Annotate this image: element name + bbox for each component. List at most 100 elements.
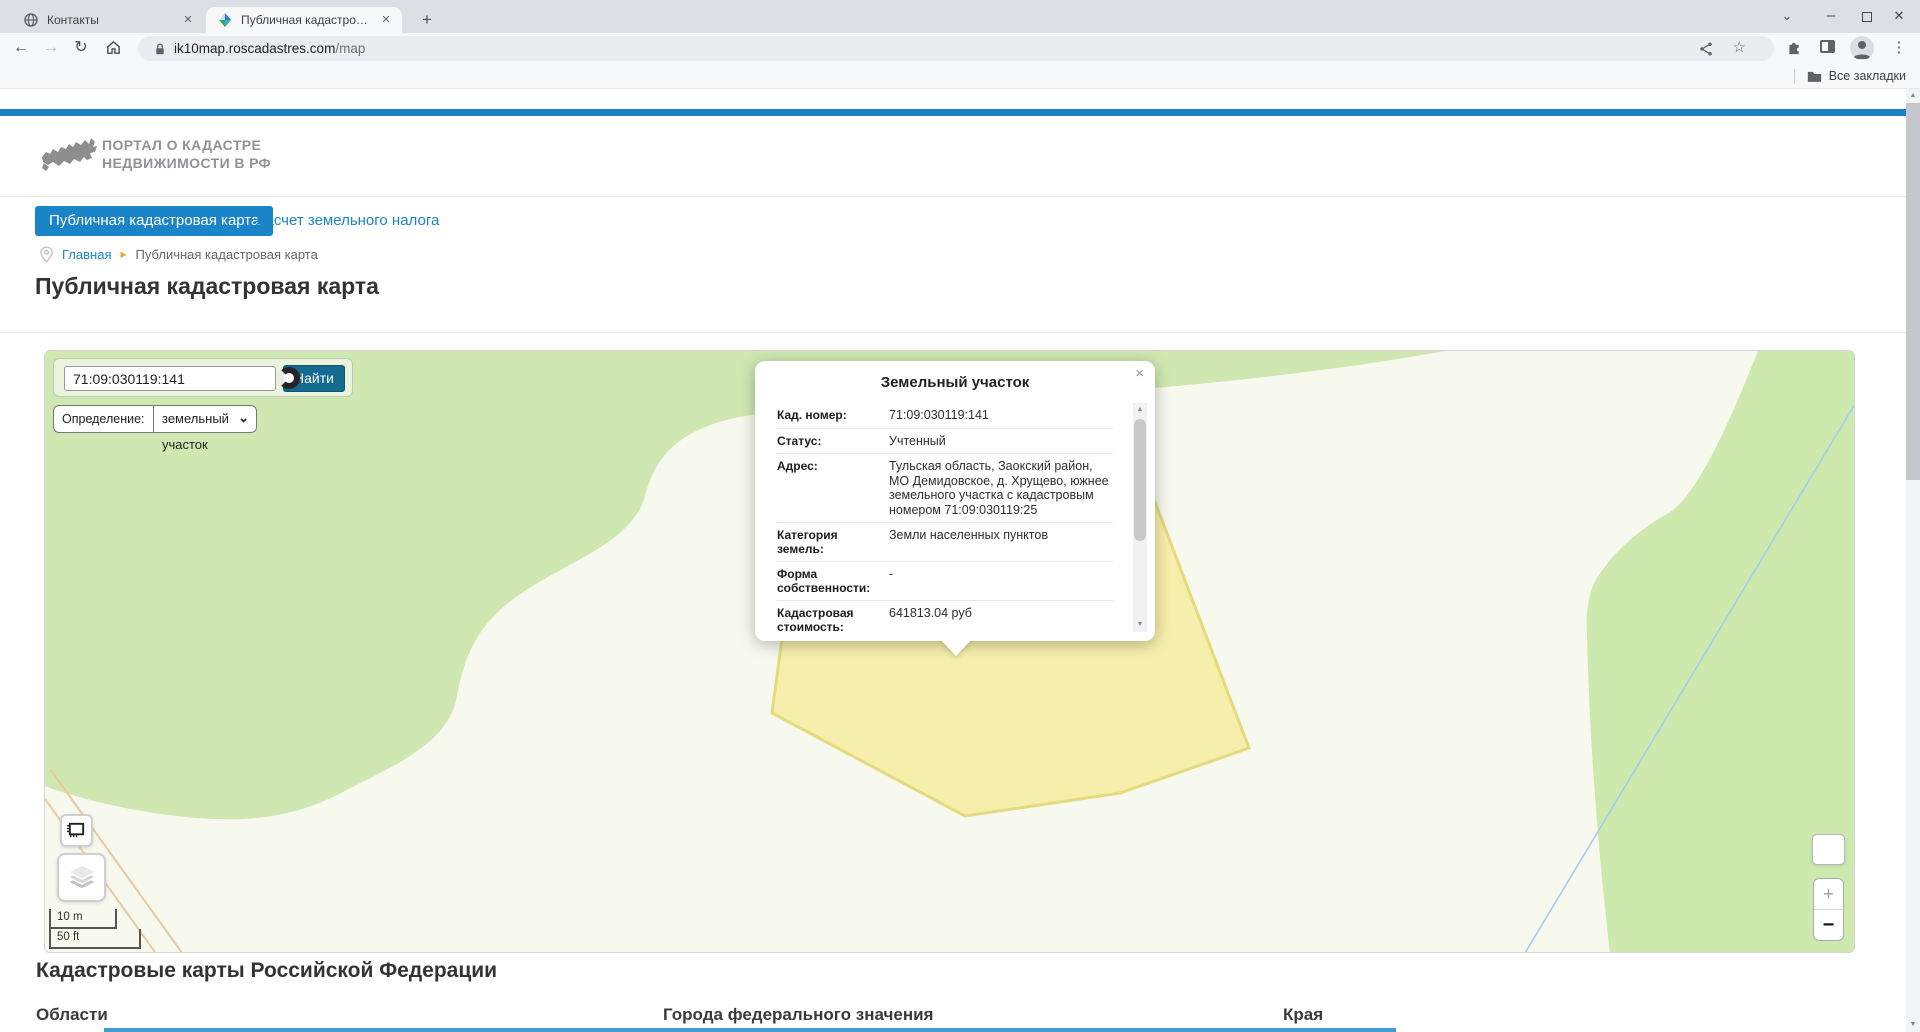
page-title: Публичная кадастровая карта: [35, 273, 379, 300]
puzzle-icon: [1786, 38, 1803, 55]
scroll-down-icon[interactable]: ▼: [1906, 1018, 1920, 1032]
table-row: Кадастровая стоимость: 641813.04 руб: [777, 601, 1113, 632]
share-icon[interactable]: [1698, 41, 1714, 57]
tab-title: Публичная кадастровая ка: [241, 13, 370, 27]
logo-line-1: ПОРТАЛ О КАДАСТРЕ: [102, 136, 271, 154]
breadcrumb-home-link[interactable]: Главная: [62, 247, 111, 262]
side-panel-button[interactable]: [1820, 40, 1835, 53]
site-logo-text: ПОРТАЛ О КАДАСТРЕ НЕДВИЖИМОСТИ В РФ: [102, 136, 271, 172]
fullscreen-button[interactable]: [1812, 834, 1845, 865]
tab-strip: Контакты ✕ Публичная кадастровая ка ✕ + …: [0, 0, 1920, 33]
url-path: /map: [335, 41, 365, 56]
page-content: ПОРТАЛ О КАДАСТРЕ НЕДВИЖИМОСТИ В РФ Публ…: [0, 89, 1906, 1032]
close-icon[interactable]: ✕: [180, 12, 196, 28]
divider: [0, 332, 1906, 333]
scrollbar-thumb[interactable]: [1134, 419, 1146, 541]
table-row: Статус: Учтенный: [777, 429, 1113, 455]
extensions-button[interactable]: [1786, 38, 1803, 60]
all-bookmarks-button[interactable]: Все закладки: [1794, 63, 1906, 89]
divider: [0, 196, 1906, 197]
scrollbar-thumb[interactable]: [1906, 103, 1920, 480]
site-favicon: [217, 12, 233, 28]
scale-imperial: 50 ft: [49, 929, 141, 949]
scale-metric: 10 m: [49, 909, 117, 929]
tab-cadastral-map[interactable]: Публичная кадастровая ка ✕: [206, 7, 402, 33]
row-label: Кадастровая стоимость:: [777, 601, 881, 632]
tab-search-chevron-icon[interactable]: ⌄: [1772, 0, 1802, 33]
scroll-up-icon[interactable]: ▲: [1906, 89, 1920, 103]
zoom-in-button[interactable]: +: [1814, 879, 1843, 910]
bookmarks-bar: Все закладки: [0, 63, 1920, 89]
popup-tail: [940, 639, 972, 656]
row-label: Кад. номер:: [777, 403, 881, 428]
new-tab-button[interactable]: +: [414, 7, 440, 33]
footer-column-federal-cities: Города федерального значения: [663, 1005, 933, 1025]
chevron-down-icon: ⌄: [238, 406, 249, 430]
zoom-control: + −: [1813, 878, 1844, 941]
table-row: Кад. номер: 71:09:030119:141: [777, 403, 1113, 429]
footer-column-regions: Области: [36, 1005, 108, 1025]
close-icon[interactable]: ✕: [378, 12, 394, 28]
cadastral-search-input[interactable]: [64, 366, 276, 391]
reload-button[interactable]: ↻: [68, 33, 94, 63]
measure-tool-button[interactable]: [60, 814, 93, 847]
tab-title: Контакты: [47, 13, 172, 27]
home-button[interactable]: [100, 33, 126, 63]
popup-scrollbar[interactable]: ▲ ▼: [1133, 403, 1147, 632]
page-scrollbar[interactable]: ▲ ▼: [1906, 89, 1920, 1032]
definition-label: Определение:: [62, 406, 145, 432]
logo-line-2: НЕДВИЖИМОСТИ В РФ: [102, 154, 271, 172]
popup-title: Земельный участок: [755, 374, 1155, 391]
layers-button[interactable]: [57, 853, 106, 902]
row-value: 71:09:030119:141: [881, 403, 1113, 428]
zoom-out-button[interactable]: −: [1814, 910, 1843, 941]
row-label: Статус:: [777, 429, 881, 454]
scroll-up-icon[interactable]: ▲: [1133, 403, 1147, 417]
row-label: Форма собственности:: [777, 562, 881, 600]
home-icon: [105, 39, 122, 56]
row-value: Учтенный: [881, 429, 1113, 454]
definition-filter[interactable]: Определение: земельный участок ⌄: [53, 405, 257, 433]
footer-accent-strip: [104, 1028, 1396, 1032]
back-button[interactable]: ←: [8, 33, 34, 63]
divider: [1794, 69, 1795, 84]
person-icon: [1850, 36, 1874, 60]
layers-icon: [66, 863, 98, 893]
window-minimize-button[interactable]: –: [1816, 0, 1846, 33]
side-panel-icon: [1828, 42, 1833, 51]
popup-attributes-table[interactable]: Кад. номер: 71:09:030119:141 Статус: Учт…: [777, 403, 1113, 632]
footer-section-title: Кадастровые карты Российской Федерации: [36, 959, 497, 983]
window-maximize-button[interactable]: [1852, 0, 1882, 33]
maximize-icon: [1862, 12, 1872, 22]
page-top-accent-bar: [0, 109, 1906, 116]
row-label: Адрес:: [777, 454, 881, 522]
profile-avatar[interactable]: [1850, 36, 1874, 60]
forward-button[interactable]: →: [38, 33, 64, 63]
bookmark-star-icon[interactable]: ☆: [1733, 36, 1746, 61]
url-host: ik10map.roscadastres.com: [174, 41, 335, 56]
url-text: ik10map.roscadastres.com/map: [174, 36, 365, 61]
window-close-button[interactable]: ✕: [1884, 0, 1914, 33]
breadcrumb: Главная ▸ Публичная кадастровая карта: [40, 245, 318, 263]
footer-column-krais: Края: [1283, 1005, 1323, 1025]
breadcrumb-current: Публичная кадастровая карта: [136, 247, 318, 262]
browser-menu-button[interactable]: ⋮: [1886, 33, 1912, 63]
row-value: 641813.04 руб: [881, 601, 1113, 632]
tab-contacts[interactable]: Контакты ✕: [12, 7, 204, 33]
folder-icon: [1807, 70, 1822, 83]
row-value: Земли населенных пунктов: [881, 523, 1113, 561]
nav-tab-public-map[interactable]: Публичная кадастровая карта: [35, 206, 273, 236]
lock-icon: [154, 42, 166, 56]
map-pin-icon: [40, 246, 53, 263]
map-search-panel: Найти: [53, 358, 353, 397]
ruler-icon: [66, 820, 87, 841]
table-row: Категория земель: Земли населенных пункт…: [777, 523, 1113, 562]
browser-window: Контакты ✕ Публичная кадастровая ка ✕ + …: [0, 0, 1920, 1032]
nav-tab-land-tax[interactable]: Расчет земельного налога: [256, 206, 439, 236]
scroll-down-icon[interactable]: ▼: [1133, 618, 1147, 632]
loading-spinner-icon: [278, 367, 300, 389]
cadastral-map[interactable]: Найти Определение: земельный участок ⌄ ×…: [44, 350, 1855, 953]
table-row: Форма собственности: -: [777, 562, 1113, 601]
address-bar[interactable]: ik10map.roscadastres.com/map ☆: [138, 36, 1774, 61]
globe-icon: [23, 12, 39, 28]
